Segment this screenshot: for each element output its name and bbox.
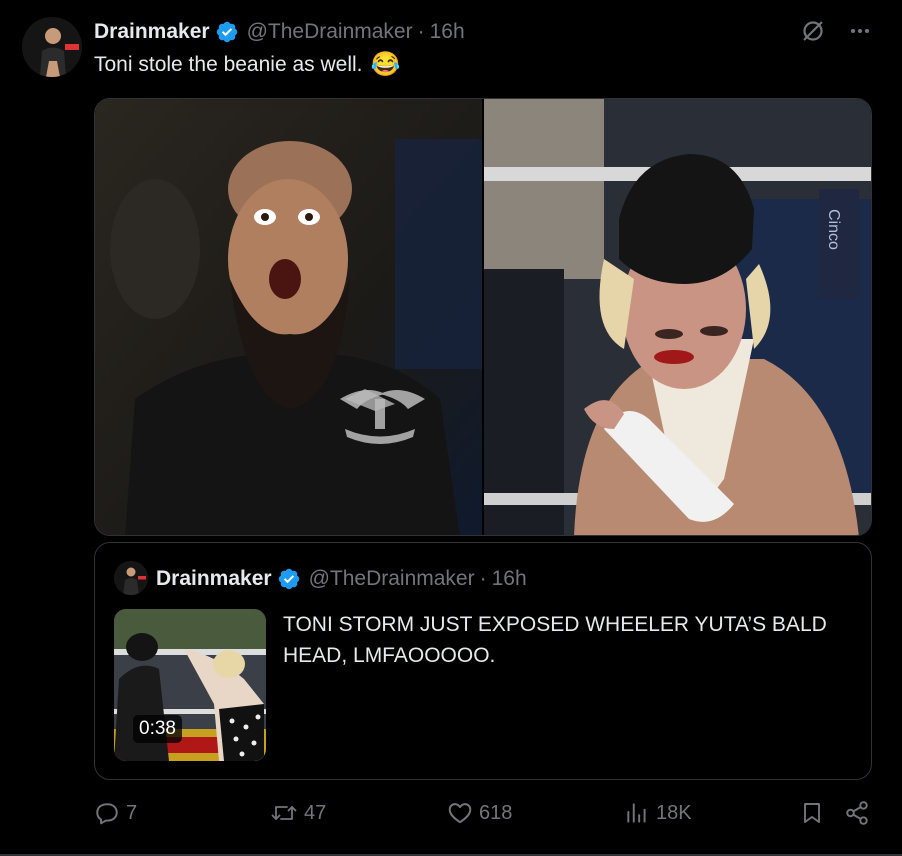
share-button[interactable] [844,796,870,830]
post-time[interactable]: 16h [430,20,465,44]
post-media[interactable]: Cinco [94,98,872,536]
author-avatar[interactable] [22,17,82,77]
views-chart-icon [627,803,646,823]
verified-badge-icon[interactable] [215,20,239,44]
quoted-author-name[interactable]: Drainmaker [156,567,272,591]
bookmark-button[interactable] [800,796,824,830]
like-button[interactable]: 618 [447,796,512,830]
heart-icon [448,803,472,824]
share-icon [846,801,868,825]
quoted-author-avatar[interactable] [114,561,148,595]
post-text-content: Toni stole the beanie as well. [94,52,363,76]
repost-count: 47 [304,801,327,824]
quoted-post-header: Drainmaker @TheDrainmaker · 16h [156,565,527,593]
quoted-post[interactable]: Drainmaker @TheDrainmaker · 16h 0:38 TON… [94,542,872,780]
reply-button[interactable]: 7 [94,796,137,830]
separator-dot: · [417,20,425,43]
like-count: 618 [479,801,513,824]
views-button[interactable]: 18K [624,796,692,830]
quoted-video-thumbnail[interactable]: 0:38 [114,609,266,761]
reply-count: 7 [126,801,138,824]
quoted-post-time[interactable]: 16h [492,567,527,591]
post-text: Toni stole the beanie as well. 😂 [94,50,400,79]
svg-text:Cinco: Cinco [825,209,842,250]
media-image-right[interactable]: Cinco [482,99,871,535]
bookmark-icon [804,803,820,823]
laughing-emoji-icon: 😂 [370,51,401,78]
grok-slash-icon[interactable] [800,18,826,49]
views-count: 18K [656,801,692,824]
quoted-post-text: TONI STORM JUST EXPOSED WHEELER YUTA’S B… [283,613,827,667]
quoted-author-handle[interactable]: @TheDrainmaker [309,567,475,591]
video-duration: 0:38 [133,715,182,743]
repost-button[interactable]: 47 [270,796,326,830]
separator-dot: · [479,567,487,590]
author-handle[interactable]: @TheDrainmaker [247,20,413,44]
media-image-left[interactable] [95,99,482,535]
verified-badge-icon[interactable] [277,567,301,591]
top-right-icons [800,18,872,49]
more-dots-icon[interactable] [848,19,872,48]
reply-icon [96,803,118,825]
repost-icon [271,806,297,820]
author-name[interactable]: Drainmaker [94,20,210,44]
post-header: Drainmaker @TheDrainmaker · 16h [94,18,465,46]
action-bar: 7 47 618 18K [94,796,872,830]
